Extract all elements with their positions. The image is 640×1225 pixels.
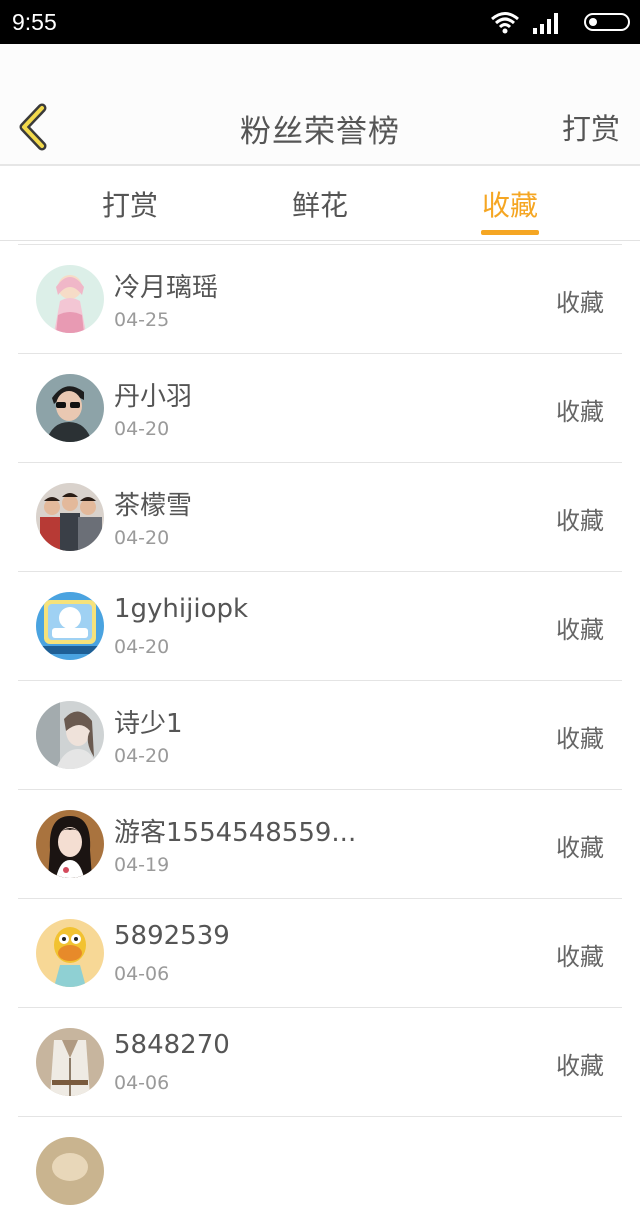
tab-tip[interactable]: 打赏: [60, 184, 200, 224]
avatar: [36, 374, 104, 442]
list-item[interactable]: 冷月璃瑶 04-25 收藏: [18, 245, 622, 354]
action-label: 收藏: [556, 289, 604, 317]
action-label: 收藏: [556, 943, 604, 971]
user-date: 04-20: [114, 745, 170, 767]
tip-button[interactable]: 打赏: [562, 106, 620, 148]
tab-flowers[interactable]: 鲜花: [250, 184, 390, 224]
wifi-icon: [491, 12, 519, 34]
avatar: [36, 1028, 104, 1096]
avatar: [36, 919, 104, 987]
list-item[interactable]: 丹小羽 04-20 收藏: [18, 354, 622, 463]
user-name: 诗少1: [114, 709, 183, 739]
user-name: 游客1554548559...: [114, 818, 357, 848]
user-name: 冷月璃瑶: [114, 273, 219, 303]
nav-bar: 粉丝荣誉榜 打赏: [0, 44, 640, 166]
user-date: 04-25: [114, 309, 170, 331]
user-date: 04-06: [114, 963, 170, 985]
list-item[interactable]: 游客1554548559... 04-19 收藏: [18, 790, 622, 899]
user-date: 04-20: [114, 418, 170, 440]
list-item[interactable]: 5892539 04-06 收藏: [18, 899, 622, 1008]
action-label: 收藏: [556, 507, 604, 535]
list-item[interactable]: 诗少1 04-20 收藏: [18, 681, 622, 790]
list-item[interactable]: 5848270 04-06 收藏: [18, 1008, 622, 1117]
status-time: 9:55: [12, 9, 57, 35]
avatar: [36, 592, 104, 660]
page-title: 粉丝荣誉榜: [240, 114, 400, 150]
user-date: 04-06: [114, 1072, 170, 1094]
avatar: [36, 1137, 104, 1205]
avatar: [36, 265, 104, 333]
action-label: 收藏: [556, 616, 604, 644]
user-name: 5892539: [114, 921, 230, 951]
user-name: 茶檬雪: [114, 491, 193, 521]
action-label: 收藏: [556, 398, 604, 426]
action-label: 收藏: [556, 1052, 604, 1080]
list-item-partial[interactable]: [18, 1117, 622, 1225]
active-tab-indicator: [481, 230, 539, 235]
fan-list: 冷月璃瑶 04-25 收藏 丹小羽 04-20 收藏 茶檬雪 04-20 收藏 …: [18, 244, 622, 1225]
user-date: 04-20: [114, 527, 170, 549]
user-name: 5848270: [114, 1030, 230, 1060]
action-label: 收藏: [556, 725, 604, 753]
avatar: [36, 810, 104, 878]
user-name: 丹小羽: [114, 382, 193, 412]
action-label: 收藏: [556, 834, 604, 862]
status-icons: [430, 10, 630, 34]
list-item[interactable]: 1gyhijiopk 04-20 收藏: [18, 572, 622, 681]
user-date: 04-19: [114, 854, 170, 876]
battery-icon: [584, 13, 630, 31]
signal-icon: [533, 13, 558, 34]
tab-favorites[interactable]: 收藏: [440, 184, 580, 224]
avatar: [36, 483, 104, 551]
tab-bar: 打赏 鲜花 收藏: [0, 166, 640, 241]
avatar: [36, 701, 104, 769]
user-name: 1gyhijiopk: [114, 594, 249, 624]
list-item[interactable]: 茶檬雪 04-20 收藏: [18, 463, 622, 572]
status-bar: 9:55: [0, 0, 640, 44]
user-date: 04-20: [114, 636, 170, 658]
